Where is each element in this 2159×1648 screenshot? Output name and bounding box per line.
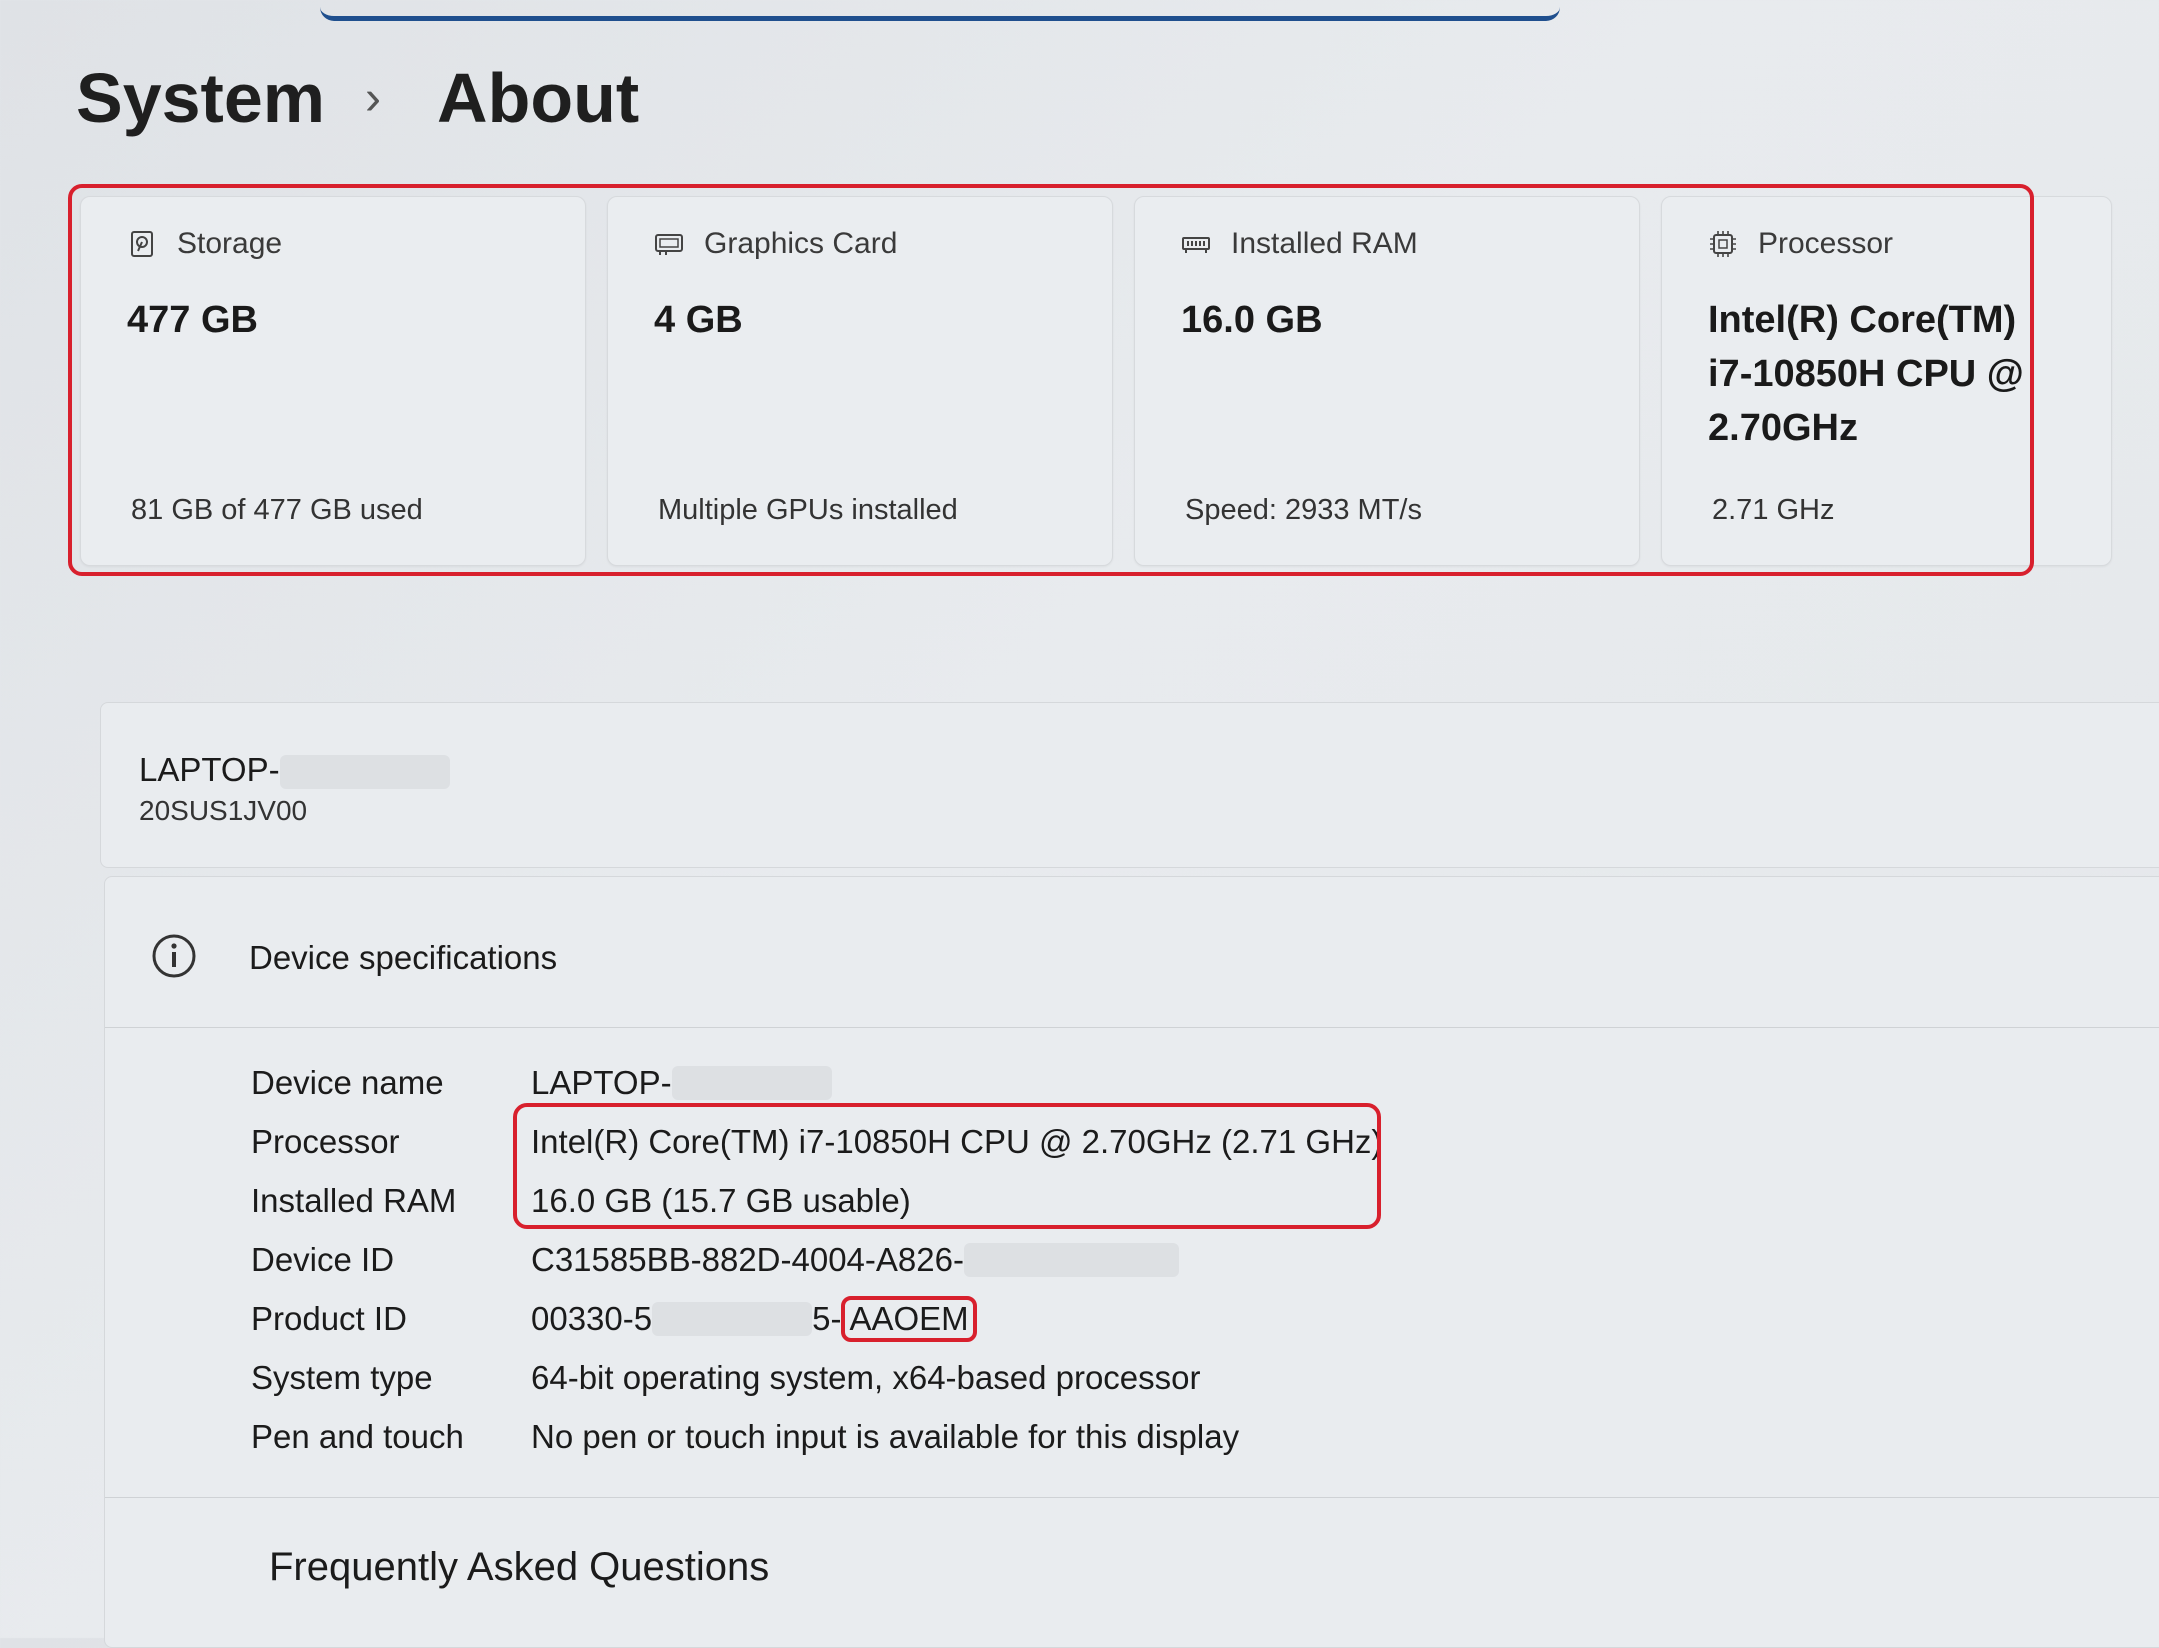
breadcrumb-parent[interactable]: System [76, 58, 325, 138]
faq-title[interactable]: Frequently Asked Questions [269, 1545, 769, 1590]
installed-ram-value: 16.0 GB [1181, 299, 1323, 341]
spec-value[interactable]: Intel(R) Core(TM) i7-10850H CPU @ 2.70GH… [531, 1123, 1382, 1161]
spec-row-processor: Processor Intel(R) Core(TM) i7-10850H CP… [251, 1112, 1382, 1171]
redacted-block [279, 755, 450, 790]
spec-row-installed-ram: Installed RAM 16.0 GB (15.7 GB usable) [251, 1171, 1382, 1230]
spec-row-system-type: System type 64-bit operating system, x64… [251, 1348, 1382, 1407]
product-id-suffix: AAOEM [841, 1295, 977, 1342]
processor-value: Intel(R) Core(TM) i7-10850H CPU @ 2.70GH… [1708, 299, 2024, 449]
device-specifications-header[interactable]: Device specifications [105, 877, 2159, 1028]
storage-card[interactable]: Storage 477 GB 81 GB of 477 GB used [80, 196, 586, 566]
installed-ram-header: Installed RAM [1181, 227, 1418, 261]
processor-header: Processor [1708, 227, 1893, 261]
spec-key: Device ID [251, 1240, 395, 1278]
page-title: About [437, 59, 640, 137]
graphics-card-header: Graphics Card [654, 227, 897, 261]
storage-usage: 81 GB of 477 GB used [131, 494, 423, 526]
spec-value: LAPTOP- [531, 1064, 832, 1102]
device-model: 20SUS1JV00 [139, 795, 308, 826]
spec-key: Pen and touch [251, 1417, 464, 1455]
installed-ram-label: Installed RAM [1231, 227, 1418, 260]
graphics-card-value: 4 GB [654, 299, 743, 341]
device-name: LAPTOP- [139, 751, 450, 790]
spec-key: Device name [251, 1063, 444, 1101]
graphics-card-sub: Multiple GPUs installed [658, 494, 958, 526]
device-specifications-title: Device specifications [249, 939, 558, 976]
spec-key: Product ID [251, 1299, 407, 1337]
window-accent-bar [320, 0, 1560, 21]
redacted-block [671, 1065, 832, 1100]
storage-label: Storage [177, 227, 283, 260]
redacted-block [652, 1301, 813, 1336]
processor-speed: 2.71 GHz [1712, 494, 1835, 526]
spec-row-device-name: Device name LAPTOP- [251, 1053, 1382, 1112]
spec-cards: Storage 477 GB 81 GB of 477 GB used Grap… [80, 196, 2112, 566]
storage-icon [131, 231, 153, 257]
breadcrumb: System › About [76, 58, 639, 138]
faq-divider [105, 1497, 2159, 1498]
ram-icon [1182, 237, 1210, 253]
storage-value: 477 GB [127, 299, 258, 341]
product-id-tail: 5- [812, 1299, 842, 1337]
specs-table: Device name LAPTOP- Processor Intel(R) C… [251, 1053, 1382, 1466]
spec-row-product-id: Product ID 00330-5 5- AAOEM [251, 1289, 1382, 1348]
spec-value[interactable]: C31585BB-882D-4004-A826- [531, 1241, 1179, 1279]
processor-icon [1710, 231, 1736, 257]
spec-key: System type [251, 1358, 433, 1396]
spec-key: Processor [251, 1122, 400, 1160]
info-icon [152, 934, 196, 978]
installed-ram-speed: Speed: 2933 MT/s [1185, 494, 1422, 526]
storage-card-header: Storage [127, 227, 282, 261]
spec-row-device-id: Device ID C31585BB-882D-4004-A826- [251, 1230, 1382, 1289]
graphics-card-card[interactable]: Graphics Card 4 GB Multiple GPUs install… [607, 196, 1113, 566]
graphics-card-icon [655, 234, 683, 255]
breadcrumb-separator-icon: › [365, 71, 382, 125]
installed-ram-card[interactable]: Installed RAM 16.0 GB Speed: 2933 MT/s [1134, 196, 1640, 566]
graphics-card-label: Graphics Card [704, 227, 898, 260]
processor-label: Processor [1758, 227, 1894, 260]
redacted-block [963, 1242, 1179, 1277]
spec-value[interactable]: 00330-5 5- AAOEM [531, 1295, 977, 1342]
spec-value[interactable]: 64-bit operating system, x64-based proce… [531, 1359, 1201, 1397]
spec-key: Installed RAM [251, 1181, 457, 1219]
processor-card[interactable]: Processor Intel(R) Core(TM) i7-10850H CP… [1661, 196, 2112, 566]
spec-row-pen-and-touch: Pen and touch No pen or touch input is a… [251, 1407, 1382, 1466]
device-name-card[interactable]: LAPTOP- 20SUS1JV00 [100, 702, 2159, 868]
spec-value[interactable]: No pen or touch input is available for t… [531, 1418, 1239, 1456]
device-specifications-section: Device specifications Device name LAPTOP… [104, 876, 2159, 1648]
spec-value[interactable]: 16.0 GB (15.7 GB usable) [531, 1182, 911, 1220]
